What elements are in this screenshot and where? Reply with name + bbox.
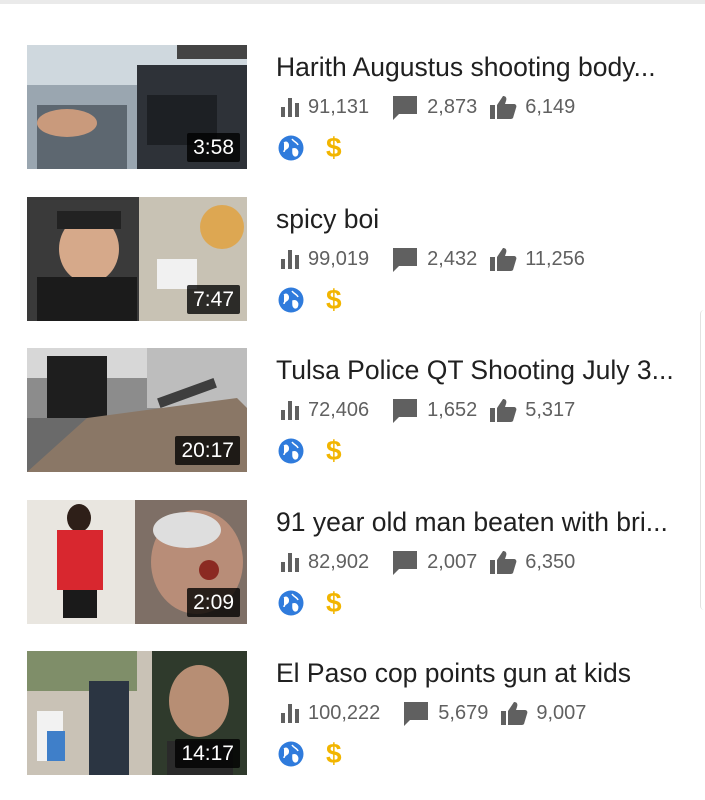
bar-chart-icon — [281, 401, 299, 420]
thumbs-up-icon — [501, 702, 528, 725]
video-stats: 99,019 2,432 11,256 — [280, 245, 585, 273]
video-duration: 14:17 — [175, 739, 240, 768]
thumbs-up-icon — [490, 96, 517, 119]
view-count: 99,019 — [308, 247, 370, 270]
video-title[interactable]: Harith Augustus shooting body... — [276, 49, 686, 85]
comment-count: 1,652 — [427, 398, 478, 421]
like-count: 11,256 — [525, 247, 585, 270]
comment-count: 2,873 — [427, 95, 478, 118]
video-badges: $ — [278, 739, 342, 769]
video-stats: 72,406 1,652 5,317 — [280, 396, 575, 424]
video-thumbnail[interactable]: 14:17 — [27, 651, 247, 775]
view-count: 91,131 — [308, 95, 370, 118]
video-title[interactable]: Tulsa Police QT Shooting July 3... — [276, 352, 686, 388]
video-badges: $ — [278, 588, 342, 618]
bar-chart-icon — [281, 250, 299, 269]
video-thumbnail[interactable]: 20:17 — [27, 348, 247, 472]
bar-chart-icon — [281, 553, 299, 572]
bar-chart-icon — [281, 98, 299, 117]
view-count: 82,902 — [308, 550, 370, 573]
like-count: 5,317 — [525, 398, 576, 421]
thumbs-up-icon — [490, 551, 517, 574]
view-count: 100,222 — [308, 701, 381, 724]
comment-icon — [393, 96, 418, 120]
video-thumbnail[interactable]: 3:58 — [27, 45, 247, 169]
scrollbar-edge[interactable] — [700, 310, 705, 610]
video-item[interactable]: 7:47 spicy boi 99,019 2,432 11,256 $ — [0, 197, 705, 325]
comment-icon — [393, 551, 418, 575]
like-count: 6,149 — [525, 95, 576, 118]
video-item[interactable]: 14:17 El Paso cop points gun at kids 100… — [0, 651, 705, 779]
comment-count: 5,679 — [438, 701, 489, 724]
video-title[interactable]: spicy boi — [276, 201, 686, 237]
globe-icon[interactable] — [278, 438, 304, 464]
video-duration: 7:47 — [187, 285, 240, 314]
video-duration: 20:17 — [175, 436, 240, 465]
comment-icon — [404, 702, 429, 726]
video-item[interactable]: 20:17 Tulsa Police QT Shooting July 3...… — [0, 348, 705, 476]
globe-icon[interactable] — [278, 741, 304, 767]
video-item[interactable]: 2:09 91 year old man beaten with bri... … — [0, 500, 705, 628]
comment-icon — [393, 399, 418, 423]
video-duration: 2:09 — [187, 588, 240, 617]
comment-count: 2,432 — [427, 247, 478, 270]
video-title[interactable]: El Paso cop points gun at kids — [276, 655, 686, 691]
view-count: 72,406 — [308, 398, 370, 421]
video-duration: 3:58 — [187, 133, 240, 162]
monetization-dollar-icon[interactable]: $ — [326, 739, 342, 769]
thumbs-up-icon — [490, 399, 517, 422]
comment-count: 2,007 — [427, 550, 478, 573]
video-stats: 91,131 2,873 6,149 — [280, 93, 575, 121]
thumbs-up-icon — [490, 248, 517, 271]
video-thumbnail[interactable]: 2:09 — [27, 500, 247, 624]
globe-icon[interactable] — [278, 287, 304, 313]
monetization-dollar-icon[interactable]: $ — [326, 285, 342, 315]
globe-icon[interactable] — [278, 135, 304, 161]
video-title[interactable]: 91 year old man beaten with bri... — [276, 504, 686, 540]
globe-icon[interactable] — [278, 590, 304, 616]
monetization-dollar-icon[interactable]: $ — [326, 588, 342, 618]
monetization-dollar-icon[interactable]: $ — [326, 133, 342, 163]
top-edge — [0, 0, 705, 4]
video-badges: $ — [278, 285, 342, 315]
like-count: 6,350 — [525, 550, 576, 573]
video-item[interactable]: 3:58 Harith Augustus shooting body... 91… — [0, 45, 705, 173]
comment-icon — [393, 248, 418, 272]
video-badges: $ — [278, 133, 342, 163]
like-count: 9,007 — [536, 701, 587, 724]
video-stats: 82,902 2,007 6,350 — [280, 548, 575, 576]
video-badges: $ — [278, 436, 342, 466]
video-thumbnail[interactable]: 7:47 — [27, 197, 247, 321]
monetization-dollar-icon[interactable]: $ — [326, 436, 342, 466]
video-stats: 100,222 5,679 9,007 — [280, 699, 586, 727]
bar-chart-icon — [281, 704, 299, 723]
